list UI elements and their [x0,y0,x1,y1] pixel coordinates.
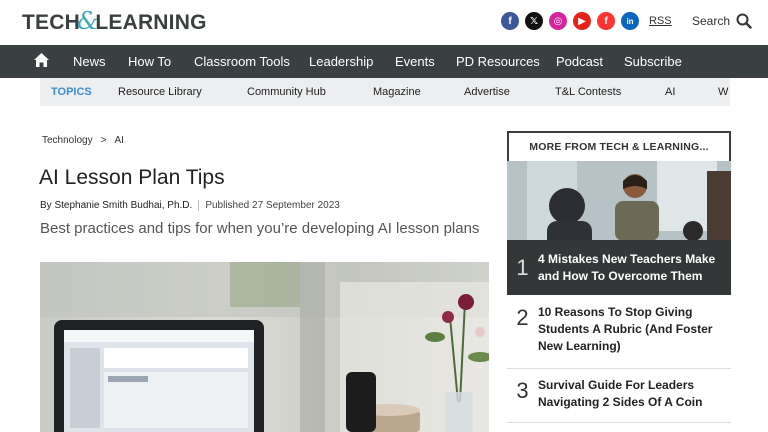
topic-advertise[interactable]: Advertise [464,78,510,106]
search-label: Search [692,14,731,28]
topic-ai[interactable]: AI [665,78,675,106]
sidebar-list-item[interactable]: 3 Survival Guide For Leaders Navigating … [507,377,731,423]
logo-ampersand: & [76,7,99,35]
nav-item-leadership[interactable]: Leadership [309,45,373,78]
main-navigation: News How To Classroom Tools Leadership E… [0,45,768,78]
nav-item-pd-resources[interactable]: PD Resources [456,45,540,78]
instagram-icon[interactable]: ◎ [549,12,567,30]
sidebar-list-item[interactable]: 2 10 Reasons To Stop Giving Students A R… [507,304,731,369]
breadcrumb: Technology > AI [42,135,124,146]
article-byline: By Stephanie Smith Budhai, Ph.D. Publish… [40,200,340,211]
sidebar-item-number: 2 [516,305,529,330]
topic-resource-library[interactable]: Resource Library [118,78,202,106]
logo-text-tech: TECH [22,11,80,34]
breadcrumb-separator: > [100,135,107,146]
flipboard-icon[interactable]: f [597,12,615,30]
facebook-icon[interactable]: f [501,12,519,30]
linkedin-icon[interactable]: in [621,12,639,30]
sidebar-feature-caption: 1 4 Mistakes New Teachers Make and How T… [507,240,731,295]
rss-link[interactable]: RSS [649,15,672,27]
breadcrumb-technology[interactable]: Technology [42,135,93,146]
search-icon [736,13,752,29]
social-links: f 𝕏 ◎ ▶ f in RSS [501,12,672,30]
nav-item-classroom-tools[interactable]: Classroom Tools [194,45,290,78]
nav-item-events[interactable]: Events [395,45,435,78]
nav-item-subscribe[interactable]: Subscribe [624,45,682,78]
site-logo[interactable]: TECH & LEARNING [22,7,207,36]
article-subtitle: Best practices and tips for when you’re … [40,220,480,237]
nav-item-news[interactable]: News [73,45,106,78]
home-icon[interactable] [34,53,49,67]
hero-illustration [40,262,489,432]
sidebar-item-title[interactable]: Survival Guide For Leaders Navigating 2 … [538,377,731,411]
x-twitter-icon[interactable]: 𝕏 [525,12,543,30]
sidebar-item-title[interactable]: 4 Mistakes New Teachers Make and How To … [538,251,731,283]
nav-item-podcast[interactable]: Podcast [556,45,603,78]
publish-date: Published 27 September 2023 [205,200,340,211]
sidebar-feature-card[interactable]: 1 4 Mistakes New Teachers Make and How T… [507,161,731,295]
topics-label: TOPICS [51,86,92,98]
sidebar-item-title[interactable]: 10 Reasons To Stop Giving Students A Rub… [538,304,731,355]
topics-bar: TOPICS Resource Library Community Hub Ma… [40,78,730,106]
byline-divider [198,200,200,211]
author-name[interactable]: By Stephanie Smith Budhai, Ph.D. [40,200,192,211]
breadcrumb-ai[interactable]: AI [114,135,123,146]
search-button[interactable]: Search [692,13,752,29]
logo-text-learning: LEARNING [95,11,207,34]
sidebar-more-from: MORE FROM TECH & LEARNING... 1 4 Mistake… [507,131,731,295]
article-title: AI Lesson Plan Tips [39,166,225,189]
site-header: TECH & LEARNING f 𝕏 ◎ ▶ f in RSS Search [0,0,768,45]
topic-truncated[interactable]: W [718,78,728,106]
hero-image [40,262,489,432]
sidebar-heading: MORE FROM TECH & LEARNING... [507,131,731,161]
nav-item-how-to[interactable]: How To [128,45,171,78]
topic-tl-contests[interactable]: T&L Contests [555,78,621,106]
sidebar-item-number: 3 [516,378,529,403]
youtube-icon[interactable]: ▶ [573,12,591,30]
sidebar-item-number: 1 [516,254,529,280]
topic-community-hub[interactable]: Community Hub [247,78,326,106]
topic-magazine[interactable]: Magazine [373,78,421,106]
